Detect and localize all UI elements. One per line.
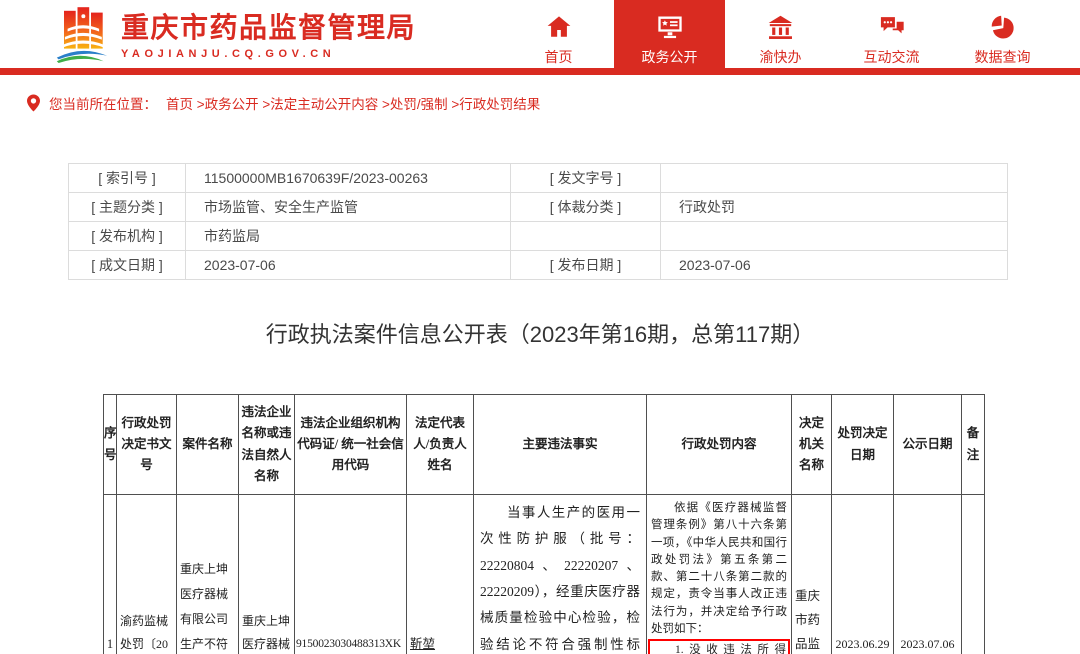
meta-label-index-no: [ 索引号 ]	[69, 164, 186, 193]
meta-row: [ 成文日期 ] 2023-07-06 [ 发布日期 ] 2023-07-06	[69, 251, 1008, 280]
tab-label: 首页	[545, 47, 573, 67]
penalty-paragraph-2: 1.没收违法所得398354元；2.没收违法生产的一次性防护服6548套。	[652, 642, 786, 654]
meta-value-genre: 行政处罚	[661, 193, 1008, 222]
bank-building-icon	[767, 12, 794, 42]
tab-label: 渝快办	[760, 47, 802, 67]
cell-decision-no: 渝药监械处罚〔2023〕1号	[117, 495, 177, 654]
tab-yukuaiban[interactable]: 渝快办	[725, 0, 836, 75]
meta-row: [ 主题分类 ] 市场监管、安全生产监管 [ 体裁分类 ] 行政处罚	[69, 193, 1008, 222]
cell-company: 重庆上坤医疗器械有限公司	[239, 495, 295, 654]
cell-remark	[962, 495, 985, 654]
penalty-paragraph-1: 依据《医疗器械监督管理条例》第八十六条第一项，《中华人民共和国行政处罚法》第五条…	[651, 500, 787, 638]
cell-publish-date: 2023.07.06	[894, 495, 962, 654]
meta-label-written-date: [ 成文日期 ]	[69, 251, 186, 280]
meta-row: [ 发布机构 ] 市药监局	[69, 222, 1008, 251]
page-title: 行政执法案件信息公开表（2023年第16期，总第117期）	[0, 317, 1080, 349]
header-penalty: 行政处罚内容	[647, 395, 792, 495]
main-nav: 首页 政务公开	[503, 0, 1058, 75]
header-publish-date: 公示日期	[894, 395, 962, 495]
meta-row: [ 索引号 ] 11500000MB1670639F/2023-00263 [ …	[69, 164, 1008, 193]
meta-value-written-date: 2023-07-06	[186, 251, 511, 280]
facts-paragraph-1: 当事人生产的医用一次性防护服（批号：22220804、22220207、2222…	[480, 500, 640, 654]
breadcrumb: 您当前所在位置： 首页 >政务公开 >法定主动公开内容 >处罚/强制 >行政处罚…	[0, 75, 1080, 113]
tab-gov-open[interactable]: 政务公开	[614, 0, 725, 75]
header-legal-rep: 法定代表人/负责人姓名	[407, 395, 474, 495]
penalty-case-table: 序号 行政处罚决定书文号 案件名称 违法企业名称或违法自然人名称 违法企业组织机…	[103, 394, 985, 654]
cell-legal-rep: 靳堃	[407, 495, 474, 654]
site-domain: YAOJIANJU.CQ.GOV.CN	[121, 48, 416, 60]
header-remark: 备注	[962, 395, 985, 495]
header-red-bar	[0, 68, 1080, 75]
header-decision-no: 行政处罚决定书文号	[117, 395, 177, 495]
cell-penalty: 依据《医疗器械监督管理条例》第八十六条第一项，《中华人民共和国行政处罚法》第五条…	[647, 495, 792, 654]
meta-value-doc-no	[661, 164, 1008, 193]
cell-seq: 1	[104, 495, 117, 654]
breadcrumb-prefix: 您当前所在位置：	[49, 93, 157, 113]
pagoda-building-logo-icon	[55, 7, 109, 65]
meta-label-doc-no: [ 发文字号 ]	[511, 164, 661, 193]
site-logo[interactable]: 重庆市药品监督管理局 YAOJIANJU.CQ.GOV.CN	[55, 7, 416, 65]
legal-rep-link[interactable]: 靳堃	[410, 637, 435, 651]
cell-authority: 重庆市药品监督管理局	[792, 495, 832, 654]
meta-value-publisher: 市药监局	[186, 222, 511, 251]
header-seq: 序号	[104, 395, 117, 495]
tab-label: 互动交流	[864, 47, 920, 67]
pie-chart-icon	[989, 12, 1016, 42]
penalty-highlight-box: 1.没收违法所得398354元；2.没收违法生产的一次性防护服6548套。	[648, 639, 790, 654]
header-company: 违法企业名称或违法自然人名称	[239, 395, 295, 495]
tab-label: 数据查询	[975, 47, 1031, 67]
document-meta-table: [ 索引号 ] 11500000MB1670639F/2023-00263 [ …	[68, 163, 1008, 280]
breadcrumb-path[interactable]: 首页 >政务公开 >法定主动公开内容 >处罚/强制 >行政处罚结果	[166, 93, 540, 113]
case-table-container: 序号 行政处罚决定书文号 案件名称 违法企业名称或违法自然人名称 违法企业组织机…	[103, 394, 1080, 654]
meta-label-publish-date: [ 发布日期 ]	[511, 251, 661, 280]
case-table-header-row: 序号 行政处罚决定书文号 案件名称 违法企业名称或违法自然人名称 违法企业组织机…	[104, 395, 985, 495]
home-icon	[546, 12, 572, 42]
tab-interaction[interactable]: 互动交流	[836, 0, 947, 75]
chat-bubbles-icon	[878, 12, 906, 42]
header-authority: 决定机关名称	[792, 395, 832, 495]
tab-data-query[interactable]: 数据查询	[947, 0, 1058, 75]
meta-label-empty	[511, 222, 661, 251]
logo-text: 重庆市药品监督管理局 YAOJIANJU.CQ.GOV.CN	[121, 12, 416, 60]
meta-label-publisher: [ 发布机构 ]	[69, 222, 186, 251]
site-header: 重庆市药品监督管理局 YAOJIANJU.CQ.GOV.CN 首页	[0, 0, 1080, 75]
tab-home[interactable]: 首页	[503, 0, 614, 75]
cell-case-name: 重庆上坤医疗器械有限公司生产不符合强制性标准的医疗器械案	[177, 495, 239, 654]
case-table-data-row: 1 渝药监械处罚〔2023〕1号 重庆上坤医疗器械有限公司生产不符合强制性标准的…	[104, 495, 985, 654]
header-credit-code: 违法企业组织机构代码证/ 统一社会信用代码	[295, 395, 407, 495]
location-pin-icon	[27, 94, 40, 112]
cell-decision-date: 2023.06.29	[832, 495, 894, 654]
site-title: 重庆市药品监督管理局	[121, 12, 416, 44]
header-facts: 主要违法事实	[474, 395, 647, 495]
meta-label-genre: [ 体裁分类 ]	[511, 193, 661, 222]
cell-credit-code: 9150023030488313XK	[295, 495, 407, 654]
cell-facts: 当事人生产的医用一次性防护服（批号：22220804、22220207、2222…	[474, 495, 647, 654]
gov-open-monitor-icon	[656, 12, 684, 42]
tab-label: 政务公开	[642, 47, 698, 67]
meta-value-empty	[661, 222, 1008, 251]
meta-value-topic: 市场监管、安全生产监管	[186, 193, 511, 222]
meta-label-topic: [ 主题分类 ]	[69, 193, 186, 222]
meta-value-index-no: 11500000MB1670639F/2023-00263	[186, 164, 511, 193]
header-case-name: 案件名称	[177, 395, 239, 495]
header-decision-date: 处罚决定日期	[832, 395, 894, 495]
meta-value-publish-date: 2023-07-06	[661, 251, 1008, 280]
